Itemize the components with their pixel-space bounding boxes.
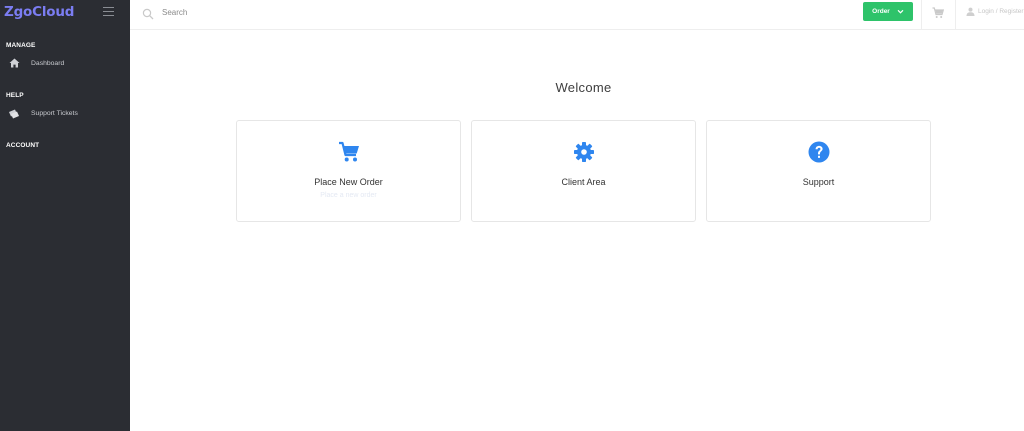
order-dropdown-button[interactable]: Order <box>863 2 913 21</box>
section-title-help: HELP <box>6 92 24 99</box>
section-title-manage: MANAGE <box>6 42 36 49</box>
page-title: Welcome <box>555 80 612 95</box>
brand-logo[interactable]: ZgoCloud <box>4 4 74 20</box>
sidebar-item-dashboard[interactable]: Dashboard <box>8 56 126 70</box>
question-circle-icon <box>808 141 830 163</box>
home-icon <box>8 57 20 69</box>
card-title: Place New Order <box>314 177 383 187</box>
divider <box>955 0 956 30</box>
cart-icon <box>338 141 360 163</box>
card-support[interactable]: Support <box>706 120 931 222</box>
tickets-icon <box>8 107 20 119</box>
card-subtitle: Place a new order <box>320 192 377 199</box>
chevron-down-icon <box>897 8 904 15</box>
card-title: Client Area <box>561 177 606 187</box>
divider <box>921 0 922 30</box>
user-icon <box>966 7 975 16</box>
search-icon <box>142 7 154 20</box>
sidebar: ZgoCloud MANAGE Dashboard HELP Support T… <box>0 0 130 431</box>
login-label: Login / Register <box>978 8 1024 15</box>
gear-icon <box>573 141 595 163</box>
sidebar-item-label: Dashboard <box>31 59 65 67</box>
sidebar-item-label: Support Tickets <box>31 109 78 117</box>
order-button-label: Order <box>872 8 890 15</box>
card-client-area[interactable]: Client Area <box>471 120 696 222</box>
menu-toggle-icon[interactable] <box>103 7 114 16</box>
card-title: Support <box>802 177 835 187</box>
section-title-account[interactable]: ACCOUNT <box>6 142 39 149</box>
cart-icon[interactable] <box>932 6 945 18</box>
sidebar-item-support-tickets[interactable]: Support Tickets <box>8 106 126 120</box>
search-input[interactable] <box>162 5 462 19</box>
top-bar: Order Login / Register <box>130 0 1024 30</box>
card-place-new-order[interactable]: Place New Order Place a new order <box>236 120 461 222</box>
login-register-link[interactable]: Login / Register <box>966 7 1024 16</box>
